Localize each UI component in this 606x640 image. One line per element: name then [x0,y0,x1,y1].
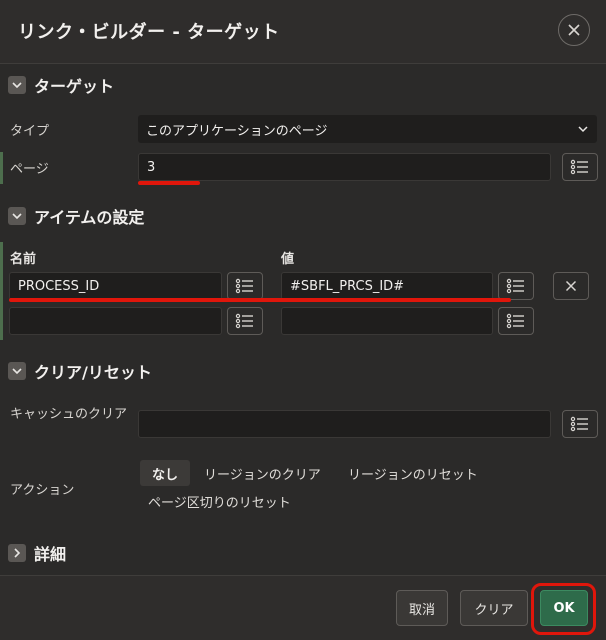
name-column-header: 名前 [10,252,37,267]
page-input-value: 3 [147,159,156,175]
item-name-input-2[interactable] [9,307,222,335]
items-indicator [0,242,3,340]
section-items-title: アイテムの設定 [34,208,145,227]
item-name-list-button-2[interactable] [227,307,263,335]
page-list-button[interactable] [562,153,598,181]
chevron-down-icon [8,207,26,225]
type-select[interactable]: このアプリケーションのページ [138,115,597,143]
section-items-header[interactable]: アイテムの設定 [8,205,144,227]
cancel-button[interactable]: 取消 [396,590,448,626]
action-option-reset-pagination[interactable]: ページ区切りのリセット [136,488,303,514]
link-builder-dialog: リンク・ビルダー - ターゲット ターゲット タイプ このアプリケーションのペー… [0,0,606,640]
section-target-title: ターゲット [34,77,115,96]
clear-cache-list-button[interactable] [562,410,598,438]
value-column-header: 値 [281,252,295,267]
clear-cache-input[interactable] [138,410,551,438]
item-value-list-button-2[interactable] [498,307,534,335]
list-icon [570,159,588,175]
chevron-down-icon [8,76,26,94]
close-icon [568,24,580,36]
section-clear-header[interactable]: クリア/リセット [8,360,152,382]
item-value-list-button[interactable] [498,272,534,300]
dialog-header: リンク・ビルダー - ターゲット [0,0,606,64]
chevron-right-icon [8,544,26,562]
action-option-none[interactable]: なし [140,460,191,486]
action-option-reset-region[interactable]: リージョンのリセット [336,460,490,486]
chevron-down-icon [578,126,588,133]
list-icon [506,313,524,329]
list-icon [570,416,588,432]
chevron-down-icon [8,362,26,380]
list-icon [506,278,524,294]
list-icon [235,278,253,294]
item-name-value: PROCESS_ID [18,278,100,294]
section-details-header[interactable]: 詳細 [8,542,66,564]
page-input[interactable]: 3 [138,153,551,181]
ok-highlight-ring [531,583,596,635]
close-button[interactable] [558,14,590,46]
section-clear-title: クリア/リセット [34,363,152,382]
close-icon [565,280,577,292]
remove-item-button[interactable] [553,272,589,300]
item-value-value: #SBFL_PRCS_ID# [290,278,405,294]
item-value-input-2[interactable] [281,307,493,335]
page-label: ページ [10,162,49,177]
item-name-input[interactable]: PROCESS_ID [9,272,222,300]
list-icon [235,313,253,329]
type-select-value: このアプリケーションのページ [146,123,328,139]
action-option-clear-region[interactable]: リージョンのクリア [192,460,333,486]
type-label: タイプ [10,124,50,139]
item-value-input[interactable]: #SBFL_PRCS_ID# [281,272,493,300]
clear-button[interactable]: クリア [460,590,528,626]
action-label: アクション [10,483,75,498]
section-target-header[interactable]: ターゲット [8,74,114,96]
page-field-indicator [0,152,3,184]
clear-cache-label: キャッシュのクリア [10,407,128,422]
item-name-list-button[interactable] [227,272,263,300]
page-highlight-underline [138,181,200,185]
item-highlight-underline [9,298,511,302]
section-details-title: 詳細 [34,545,67,564]
dialog-title: リンク・ビルダー - ターゲット [18,22,280,43]
